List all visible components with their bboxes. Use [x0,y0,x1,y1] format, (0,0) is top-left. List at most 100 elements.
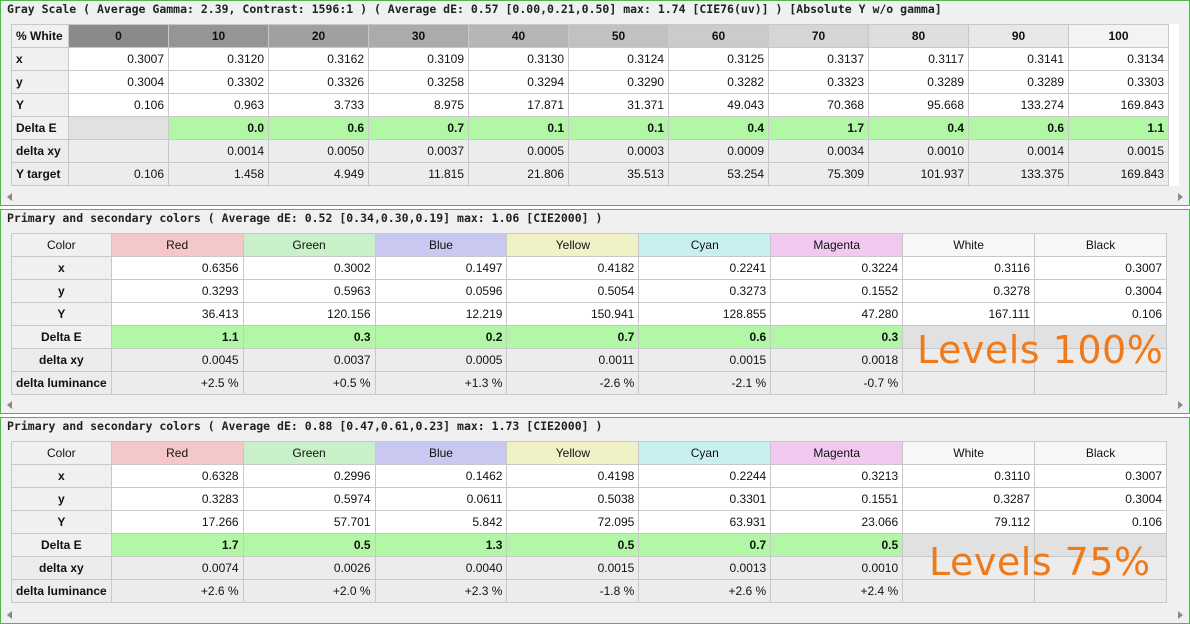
colors-cell-delta-luminance: +1.3 % [374,371,508,395]
colors-cell-delta-luminance: +0.5 % [242,371,376,395]
colors-row-label: delta luminance [11,371,112,395]
gray-row-label: x [11,47,69,71]
gray-cell-y: 0.3294 [468,70,569,94]
colors-cell-x: 0.3110 [902,464,1036,488]
gray-column-header-60[interactable]: 60 [668,24,769,48]
colors-cell-delta-luminance: +2.3 % [374,579,508,603]
colors-cell-delta-e: 0.2 [374,325,508,349]
colors-cell-x: 0.3007 [1034,464,1167,488]
colors-cell-delta-xy: 0.0015 [506,556,640,580]
colors-cell-y: 0.3283 [110,487,244,511]
colors-cell-delta-e: 1.3 [374,533,508,557]
colors-cell-delta-luminance: -2.1 % [638,371,772,395]
colors-cell-y: 72.095 [506,510,640,534]
gray-cell-y: 169.843 [1068,93,1169,117]
colors-column-header-red[interactable]: Red [110,233,244,257]
gray-column-header-50[interactable]: 50 [568,24,669,48]
gray-corner-header: % White [11,24,69,48]
colors-cell-delta-luminance: +2.4 % [770,579,904,603]
scroll-left-arrow-icon[interactable] [7,611,12,619]
colors-cell-delta-e: 0.5 [506,533,640,557]
gray-column-header-40[interactable]: 40 [468,24,569,48]
gray-column-header-100[interactable]: 100 [1068,24,1169,48]
colors-column-header-green[interactable]: Green [242,441,376,465]
gray-cell-y: 0.3302 [168,70,269,94]
colors-cell-delta-luminance: -0.7 % [770,371,904,395]
colors-cell-delta-e: 0.3 [242,325,376,349]
colors-column-header-white[interactable]: White [902,441,1036,465]
colors-cell-delta-xy: 0.0045 [110,348,244,372]
colors-row-x: x 0.6356 0.3002 0.1497 0.4182 0.2241 0.3224 0.3… [11,256,1167,280]
gray-row-y: y 0.3004 0.3302 0.3326 0.3258 0.3294 0.3290 0.3… [11,70,1169,94]
colors-empty-cell [1034,371,1167,395]
gray-cell-delta-e: 0.0 [168,116,269,140]
colors-cell-y: 0.3301 [638,487,772,511]
colors-column-header-magenta[interactable]: Magenta [770,233,904,257]
colors-column-header-blue[interactable]: Blue [374,233,508,257]
colors-column-header-white[interactable]: White [902,233,1036,257]
scroll-right-arrow-icon[interactable] [1178,611,1183,619]
gray-column-header-30[interactable]: 30 [368,24,469,48]
colors-cell-y: 0.0596 [374,279,508,303]
colors-100-horizontal-scrollbar[interactable] [1,397,1189,413]
colors-cell-y: 5.842 [374,510,508,534]
colors-column-header-black[interactable]: Black [1034,233,1167,257]
colors-cell-delta-luminance: -1.8 % [506,579,640,603]
colors-column-header-magenta[interactable]: Magenta [770,441,904,465]
scroll-thumb[interactable] [21,610,1169,619]
colors-row-label: Y [11,510,112,534]
colors-column-header-yellow[interactable]: Yellow [506,233,640,257]
gray-column-header-80[interactable]: 80 [868,24,969,48]
scroll-right-arrow-icon[interactable] [1178,401,1183,409]
gray-cell-delta-e: 0.4 [668,116,769,140]
gray-cell-x: 0.3120 [168,47,269,71]
colors-column-header-black[interactable]: Black [1034,441,1167,465]
colors-column-header-green[interactable]: Green [242,233,376,257]
scroll-left-arrow-icon[interactable] [7,401,12,409]
colors-column-header-yellow[interactable]: Yellow [506,441,640,465]
colors-cell-x: 0.6356 [110,256,244,280]
gray-cell-delta-xy: 0.0034 [768,139,869,163]
gray-row-label: Y [11,93,69,117]
gray-horizontal-scrollbar[interactable] [1,189,1189,205]
gray-cell-y: 70.368 [768,93,869,117]
gray-column-header-10[interactable]: 10 [168,24,269,48]
colors-cell-y: 12.219 [374,302,508,326]
gray-cell-delta-xy: 0.0010 [868,139,969,163]
gray-row-delta-xy: delta xy 0.0014 0.0050 0.0037 0.0005 0.0003 0.… [11,139,1169,163]
gray-empty-cell [68,116,169,140]
colors-cell-delta-xy: 0.0015 [638,348,772,372]
colors-cell-y: 0.0611 [374,487,508,511]
colors-column-header-red[interactable]: Red [110,441,244,465]
scroll-thumb[interactable] [21,192,1169,201]
colors-column-header-cyan[interactable]: Cyan [638,233,772,257]
gray-cell-x: 0.3124 [568,47,669,71]
gray-column-header-0[interactable]: 0 [68,24,169,48]
colors-75-horizontal-scrollbar[interactable] [1,607,1189,623]
colors-column-header-cyan[interactable]: Cyan [638,441,772,465]
gray-cell-y-target: 35.513 [568,162,669,186]
gray-cell-delta-xy: 0.0014 [968,139,1069,163]
gray-cell-y-target: 1.458 [168,162,269,186]
gray-column-header-20[interactable]: 20 [268,24,369,48]
gray-cell-y: 0.3004 [68,70,169,94]
gray-cell-y: 0.3290 [568,70,669,94]
gray-cell-y: 0.3303 [1068,70,1169,94]
colors-cell-delta-xy: 0.0018 [770,348,904,372]
gray-cell-y-target: 21.806 [468,162,569,186]
gray-column-header-90[interactable]: 90 [968,24,1069,48]
gray-column-header-70[interactable]: 70 [768,24,869,48]
scroll-right-arrow-icon[interactable] [1178,193,1183,201]
colors-column-header-blue[interactable]: Blue [374,441,508,465]
gray-row-label: delta xy [11,139,69,163]
gray-cell-x: 0.3117 [868,47,969,71]
levels-75-overlay: Levels 75% [929,540,1151,584]
gray-row-y-target: Y target 0.106 1.458 4.949 11.815 21.806 35.51… [11,162,1169,186]
scroll-thumb[interactable] [21,400,1169,409]
gray-cell-x: 0.3109 [368,47,469,71]
colors-panel-100-title: Primary and secondary colors ( Average d… [7,211,603,225]
colors-cell-delta-e: 0.5 [770,533,904,557]
scroll-left-arrow-icon[interactable] [7,193,12,201]
colors-row-label: y [11,279,112,303]
colors-cell-delta-luminance: +2.0 % [242,579,376,603]
